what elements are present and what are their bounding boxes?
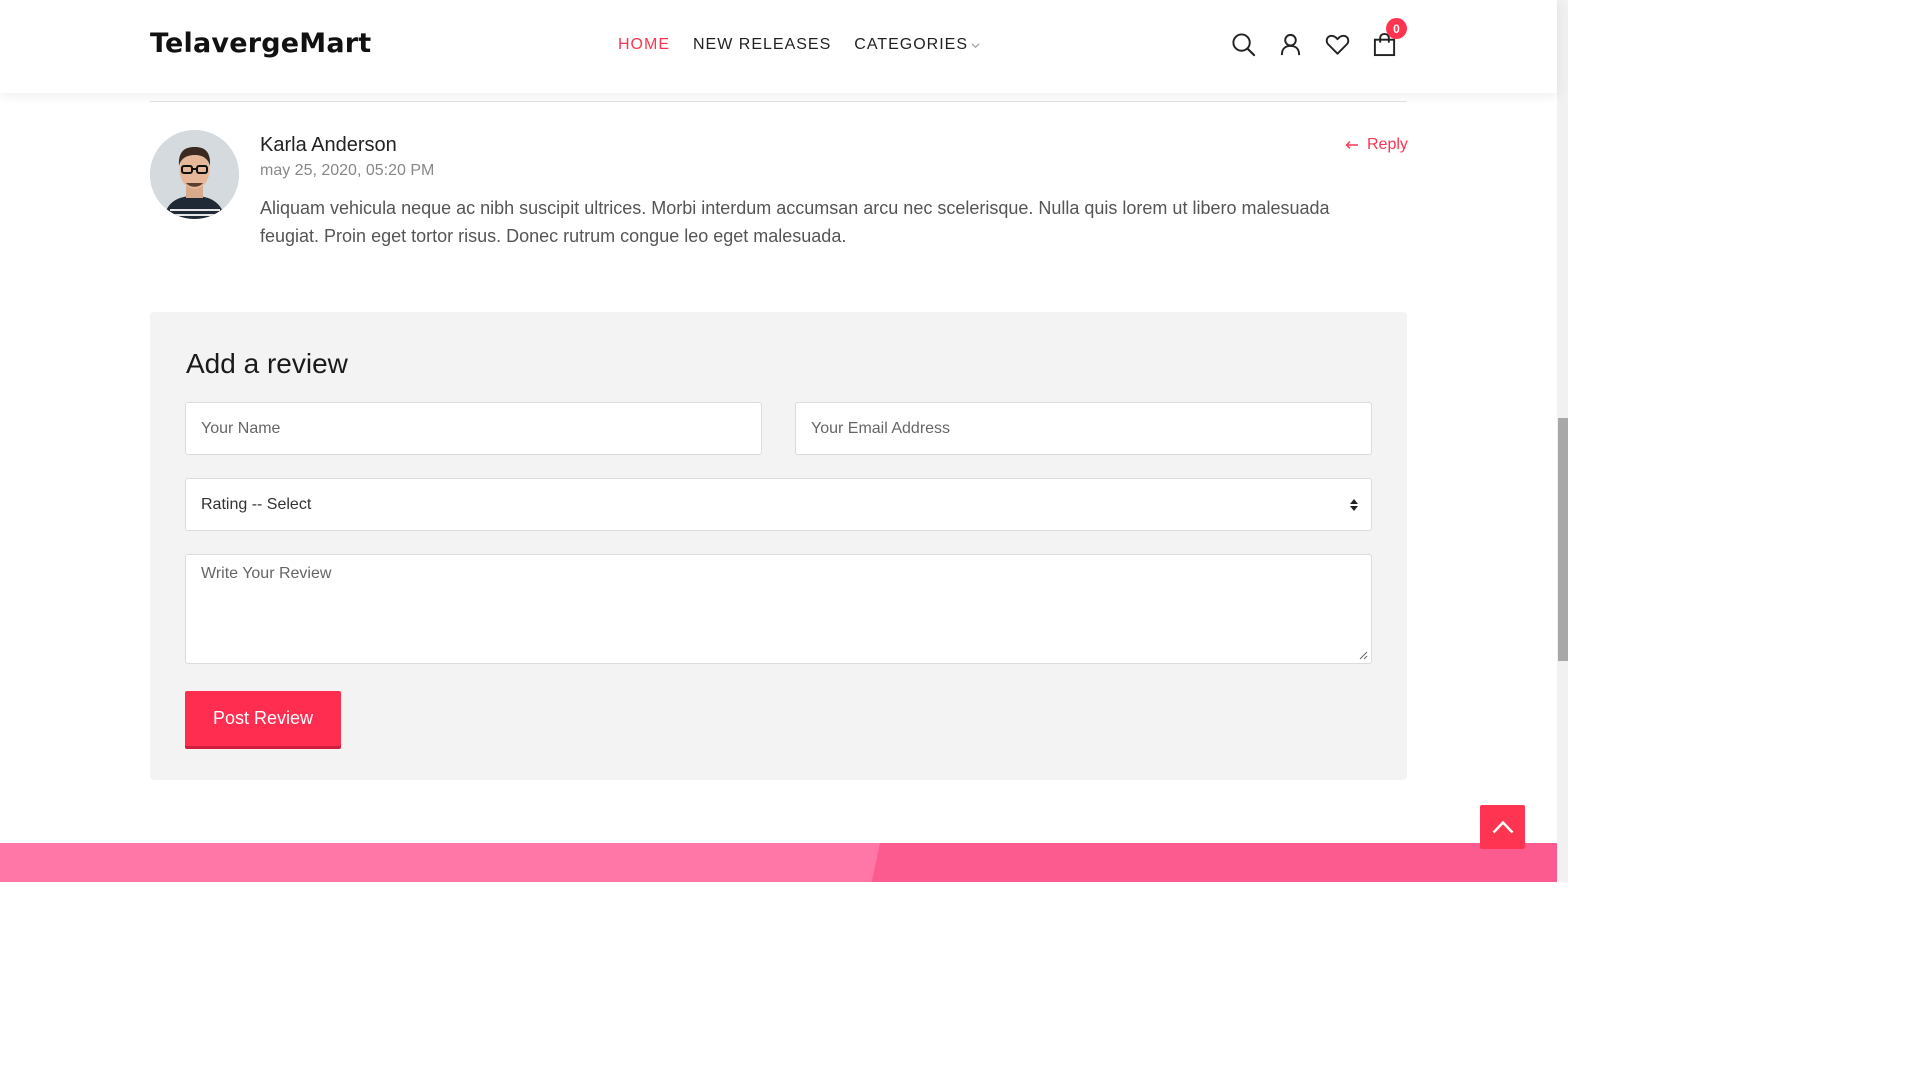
footer-band	[0, 843, 1557, 882]
email-input[interactable]: Your Email Address	[795, 402, 1372, 455]
nav-item-categories[interactable]: CATEGORIES	[854, 36, 980, 54]
review-textarea[interactable]: Write Your Review	[185, 554, 1372, 664]
post-review-button[interactable]: Post Review	[185, 691, 341, 746]
arrow-left-icon	[1345, 141, 1358, 149]
rating-select[interactable]: Rating -- Select	[185, 478, 1372, 531]
comment-text: Aliquam vehicula neque ac nibh suscipit …	[260, 198, 1330, 246]
header-actions: 0	[1231, 18, 1407, 57]
nav-item-home[interactable]: HOME	[618, 36, 670, 54]
back-to-top-button[interactable]	[1480, 805, 1525, 849]
commenter-avatar	[150, 130, 239, 219]
section-divider	[150, 101, 1407, 102]
nav-item-new-releases[interactable]: NEW RELEASES	[693, 36, 831, 54]
scrollbar-thumb[interactable]	[1558, 418, 1568, 661]
chevron-down-icon	[971, 42, 980, 48]
heart-icon[interactable]	[1325, 32, 1350, 57]
site-logo[interactable]: TelavergeMart	[150, 28, 371, 59]
search-icon[interactable]	[1231, 32, 1256, 57]
user-icon[interactable]	[1278, 32, 1303, 57]
resize-grip-icon[interactable]	[1358, 650, 1368, 660]
select-arrows-icon	[1350, 499, 1358, 511]
email-placeholder: Your Email Address	[811, 419, 951, 437]
nav-item-label: NEW RELEASES	[693, 36, 832, 53]
person-avatar-icon	[150, 130, 239, 219]
cart-count-badge: 0	[1386, 18, 1407, 39]
review-form-title: Add a review	[186, 348, 348, 379]
review-placeholder: Write Your Review	[201, 565, 332, 582]
name-placeholder: Your Name	[201, 419, 281, 437]
comment-date: may 25, 2020, 05:20 PM	[260, 162, 435, 179]
nav-item-label: HOME	[618, 36, 670, 53]
reply-button[interactable]: Reply	[1345, 136, 1408, 154]
main-nav: HOME NEW RELEASES CATEGORIES	[618, 36, 980, 54]
name-input[interactable]: Your Name	[185, 402, 762, 455]
comment-author: Karla Anderson	[260, 134, 397, 156]
chevron-up-icon	[1492, 820, 1513, 834]
cart-button[interactable]: 0	[1372, 18, 1407, 57]
site-header: TelavergeMart HOME NEW RELEASES CATEGORI…	[0, 0, 1557, 93]
reply-label: Reply	[1367, 136, 1408, 153]
rating-selected-value: Rating -- Select	[201, 495, 312, 513]
footer-band-right	[871, 843, 1557, 882]
nav-item-label: CATEGORIES	[854, 36, 968, 53]
